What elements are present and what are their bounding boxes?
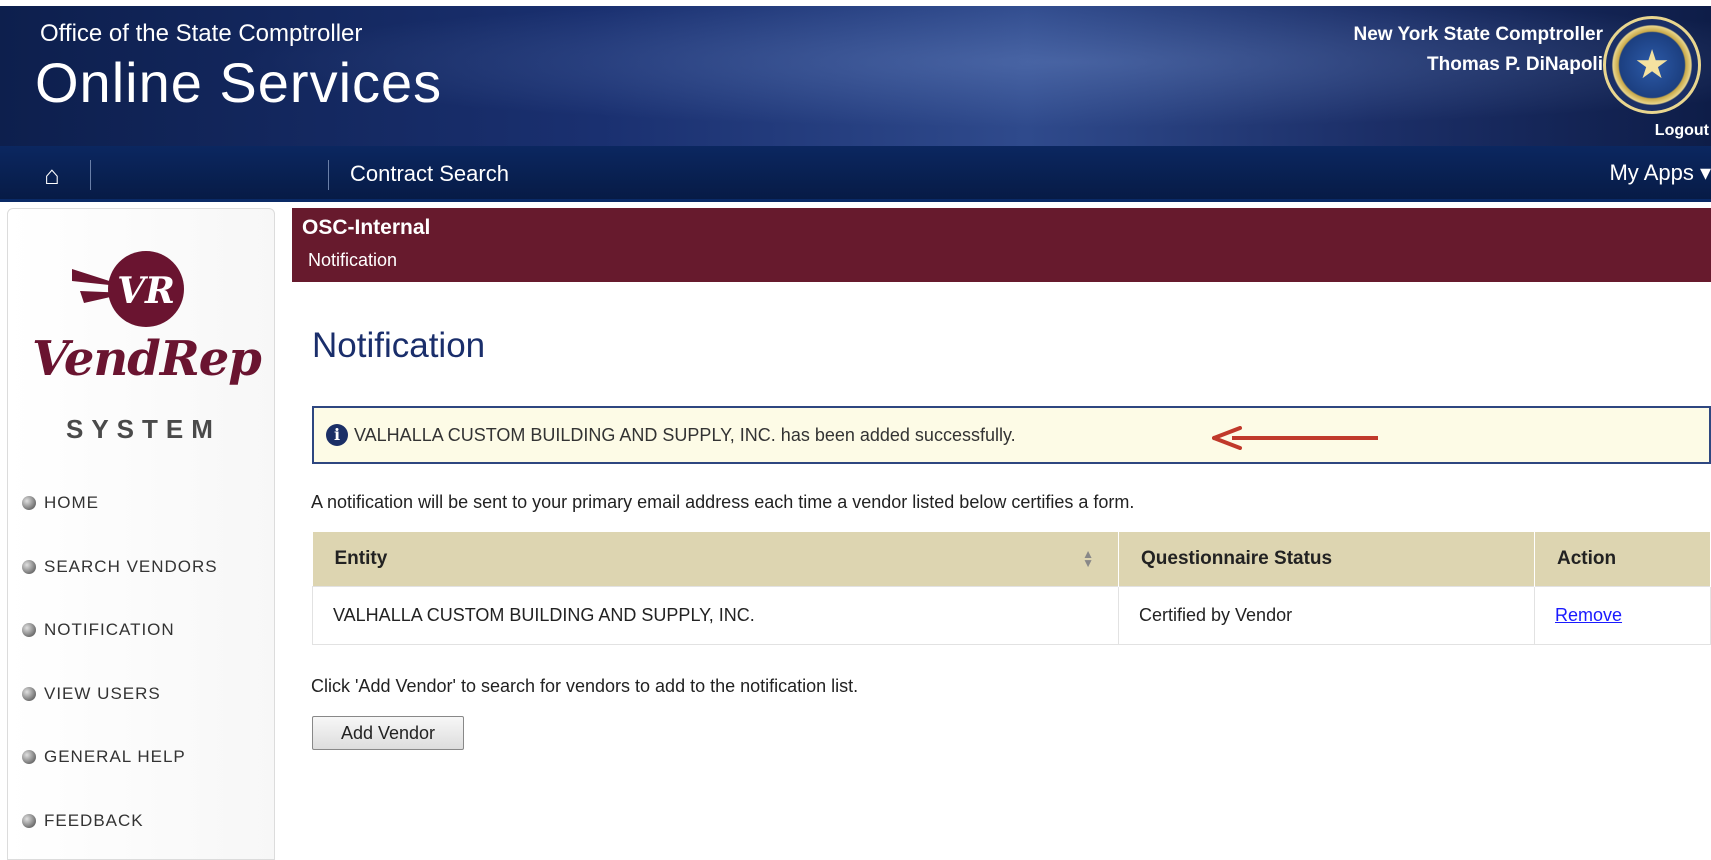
table-row: VALHALLA CUSTOM BUILDING AND SUPPLY, INC…: [312, 585, 1711, 645]
vendrep-logo-text: VendRep: [32, 331, 262, 387]
sidebar-item-label: SEARCH VENDORS: [44, 556, 218, 576]
table-header-row: Entity ▲ ▼ Questionnaire Status Action: [312, 532, 1711, 586]
sidebar-item-general-help[interactable]: GENERAL HELP: [22, 747, 218, 811]
info-icon: i: [326, 424, 348, 446]
brand-title: Online Services: [35, 51, 443, 114]
sidebar-item-label: HOME: [44, 493, 99, 512]
bullet-icon: [22, 496, 36, 510]
comptroller-line-1: New York State Comptroller: [1353, 24, 1603, 45]
section-banner: OSC-Internal Notification: [292, 208, 1711, 282]
sidebar-item-label: GENERAL HELP: [44, 747, 186, 766]
sort-icon[interactable]: ▲ ▼: [1082, 548, 1094, 569]
sidebar: VR VendRep SYSTEM HOME SEARCH VENDORS NO…: [7, 208, 275, 860]
success-alert: i VALHALLA CUSTOM BUILDING AND SUPPLY, I…: [312, 406, 1711, 464]
home-icon[interactable]: ⌂: [34, 160, 70, 190]
vr-logo-icon: VR: [72, 251, 184, 327]
cell-action: Remove: [1534, 585, 1711, 645]
system-logo-text: SYSTEM: [66, 414, 221, 444]
column-header-status: Questionnaire Status: [1118, 532, 1535, 586]
sidebar-nav: HOME SEARCH VENDORS NOTIFICATION VIEW US…: [22, 493, 218, 860]
nav-item-contract-search[interactable]: Contract Search: [350, 161, 509, 187]
remove-link[interactable]: Remove: [1555, 605, 1622, 625]
banner-title: OSC-Internal: [302, 216, 431, 239]
nav-separator: [90, 160, 91, 190]
top-navbar: ⌂ Contract Search My Apps ▾: [0, 146, 1711, 202]
brand-subtitle: Office of the State Comptroller: [40, 20, 363, 47]
cell-status: Certified by Vendor: [1118, 585, 1535, 645]
sidebar-item-home[interactable]: HOME: [22, 493, 218, 557]
column-header-action: Action: [1534, 532, 1711, 586]
sidebar-item-label: VIEW USERS: [44, 683, 161, 703]
hint-text: Click 'Add Vendor' to search for vendors…: [311, 676, 859, 696]
comptroller-name: New York State Comptroller Thomas P. DiN…: [1353, 20, 1603, 80]
vr-logo-badge: VR: [117, 270, 175, 312]
sidebar-item-search-vendors[interactable]: SEARCH VENDORS: [22, 557, 218, 621]
add-vendor-button[interactable]: Add Vendor: [312, 716, 464, 750]
column-header-label: Entity: [334, 547, 388, 569]
cell-entity: VALHALLA CUSTOM BUILDING AND SUPPLY, INC…: [312, 585, 1119, 645]
notice-text: A notification will be sent to your prim…: [311, 492, 1135, 512]
banner-subtitle: Notification: [308, 250, 398, 270]
page-title: Notification: [312, 326, 486, 365]
notification-table: Entity ▲ ▼ Questionnaire Status Action VA…: [312, 532, 1711, 645]
column-header-entity[interactable]: Entity ▲ ▼: [312, 532, 1119, 586]
bullet-icon: [22, 750, 36, 764]
bullet-icon: [22, 686, 36, 701]
nav-separator: [328, 160, 329, 190]
sidebar-item-label: NOTIFICATION: [44, 620, 175, 639]
sidebar-item-notification[interactable]: NOTIFICATION: [22, 620, 218, 684]
alert-message: VALHALLA CUSTOM BUILDING AND SUPPLY, INC…: [354, 424, 1016, 445]
site-header: Office of the State Comptroller Online S…: [0, 0, 1711, 146]
state-seal-icon: ★: [1603, 16, 1701, 114]
annotation-arrow-icon: [1212, 426, 1378, 450]
sidebar-item-feedback[interactable]: FEEDBACK: [22, 811, 218, 860]
sidebar-item-view-users[interactable]: VIEW USERS: [22, 684, 218, 748]
logout-link[interactable]: Logout: [1655, 122, 1709, 140]
comptroller-line-2: Thomas P. DiNapoli: [1427, 54, 1603, 75]
main-content: OSC-Internal Notification Notification i…: [292, 208, 1711, 860]
bullet-icon: [22, 813, 36, 828]
my-apps-dropdown[interactable]: My Apps ▾: [1609, 160, 1711, 186]
bullet-icon: [22, 623, 36, 637]
bullet-icon: [22, 559, 36, 574]
sidebar-item-label: FEEDBACK: [44, 810, 144, 830]
